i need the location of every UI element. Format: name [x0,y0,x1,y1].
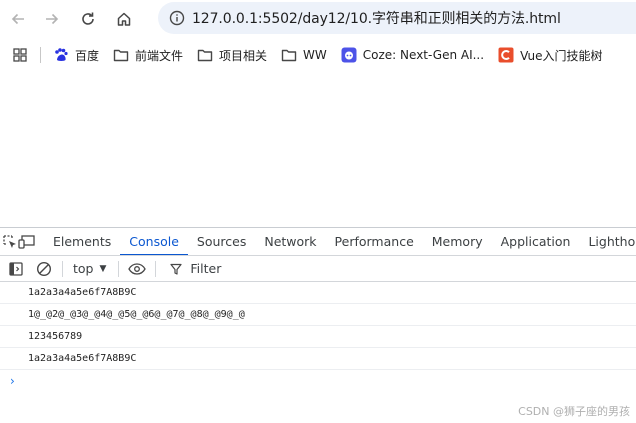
inspect-element-button[interactable] [2,228,18,255]
tab-lighthouse[interactable]: Lighthouse [579,228,636,255]
site-info-icon[interactable] [162,10,192,26]
devtools-panel: Elements Console Sources Network Perform… [0,227,636,423]
live-expression-button[interactable] [123,255,151,283]
console-message: 1a2a3a4a5e6f7A8B9C [0,348,636,370]
tab-network[interactable]: Network [255,228,325,255]
context-selector[interactable]: top ▼ [67,261,114,276]
csdn-icon [498,47,514,63]
console-message: 123456789 [0,326,636,348]
eye-icon [128,262,147,275]
tab-application[interactable]: Application [492,228,580,255]
bookmark-label: 前端文件 [135,48,184,63]
filter-input[interactable]: Filter [170,261,221,276]
home-icon [117,12,131,26]
sidebar-icon [9,261,23,276]
clear-console-button[interactable] [30,255,58,283]
device-icon [18,234,35,249]
context-label: top [73,261,94,276]
reload-icon [82,12,94,25]
bookmark-folder-projects[interactable]: 项目相关 [197,47,267,64]
folder-icon [197,48,213,62]
reload-button[interactable] [70,1,106,37]
folder-icon [281,48,297,62]
filter-placeholder: Filter [190,261,222,276]
bookmarks-divider [40,47,41,63]
bookmarks-bar: 百度 前端文件 项目相关 WW Coze: Next-Gen AI... Vue… [0,40,636,70]
folder-icon [113,48,129,62]
apps-grid-icon[interactable] [0,48,40,62]
console-prompt[interactable]: › [0,370,636,392]
forward-button[interactable] [34,1,70,37]
device-toolbar-button[interactable] [18,228,36,255]
toolbar-divider [118,260,120,277]
tab-performance[interactable]: Performance [326,228,423,255]
bookmark-vue[interactable]: Vue入门技能树 [498,47,602,64]
bookmark-label: Coze: Next-Gen AI... [362,48,485,62]
bookmark-baidu[interactable]: 百度 [53,47,99,64]
devtools-tabbar: Elements Console Sources Network Perform… [0,228,636,256]
baidu-icon [53,47,69,63]
url-text: 127.0.0.1:5502/day12/10.字符串和正则相关的方法.html [192,11,561,27]
watermark: CSDN @狮子座的男孩 [518,405,630,418]
back-button[interactable] [0,1,36,37]
address-bar[interactable]: 127.0.0.1:5502/day12/10.字符串和正则相关的方法.html [158,2,636,34]
coze-icon [341,47,357,63]
arrow-left-icon [11,13,24,24]
home-button[interactable] [106,1,142,37]
toolbar-divider [155,260,157,277]
toggle-sidebar-button[interactable] [2,255,30,283]
toolbar-divider [62,260,63,277]
bookmark-folder-frontend[interactable]: 前端文件 [113,47,183,64]
bookmark-folder-ww[interactable]: WW [281,48,327,62]
tab-elements[interactable]: Elements [44,228,120,255]
tab-console[interactable]: Console [120,228,188,255]
bookmark-coze[interactable]: Coze: Next-Gen AI... [341,47,484,63]
bookmark-label: 项目相关 [219,48,268,63]
bookmark-label: 百度 [75,48,100,63]
filter-icon [170,263,183,275]
tab-sources[interactable]: Sources [188,228,255,255]
console-message: 1a2a3a4a5e6f7A8B9C [0,282,636,304]
arrow-right-icon [46,13,59,24]
inspect-icon [3,234,16,248]
page-viewport [0,76,636,226]
browser-toolbar: 127.0.0.1:5502/day12/10.字符串和正则相关的方法.html [0,0,636,37]
console-toolbar: top ▼ Filter [0,256,636,282]
console-message: 1@_@2@_@3@_@4@_@5@_@6@_@7@_@8@_@9@_@ [0,304,636,326]
clear-icon [36,261,52,276]
console-messages: 1a2a3a4a5e6f7A8B9C 1@_@2@_@3@_@4@_@5@_@6… [0,282,636,392]
tab-memory[interactable]: Memory [423,228,492,255]
bookmark-label: WW [303,48,327,62]
dropdown-caret-icon: ▼ [99,263,107,274]
bookmark-label: Vue入门技能树 [520,48,603,63]
